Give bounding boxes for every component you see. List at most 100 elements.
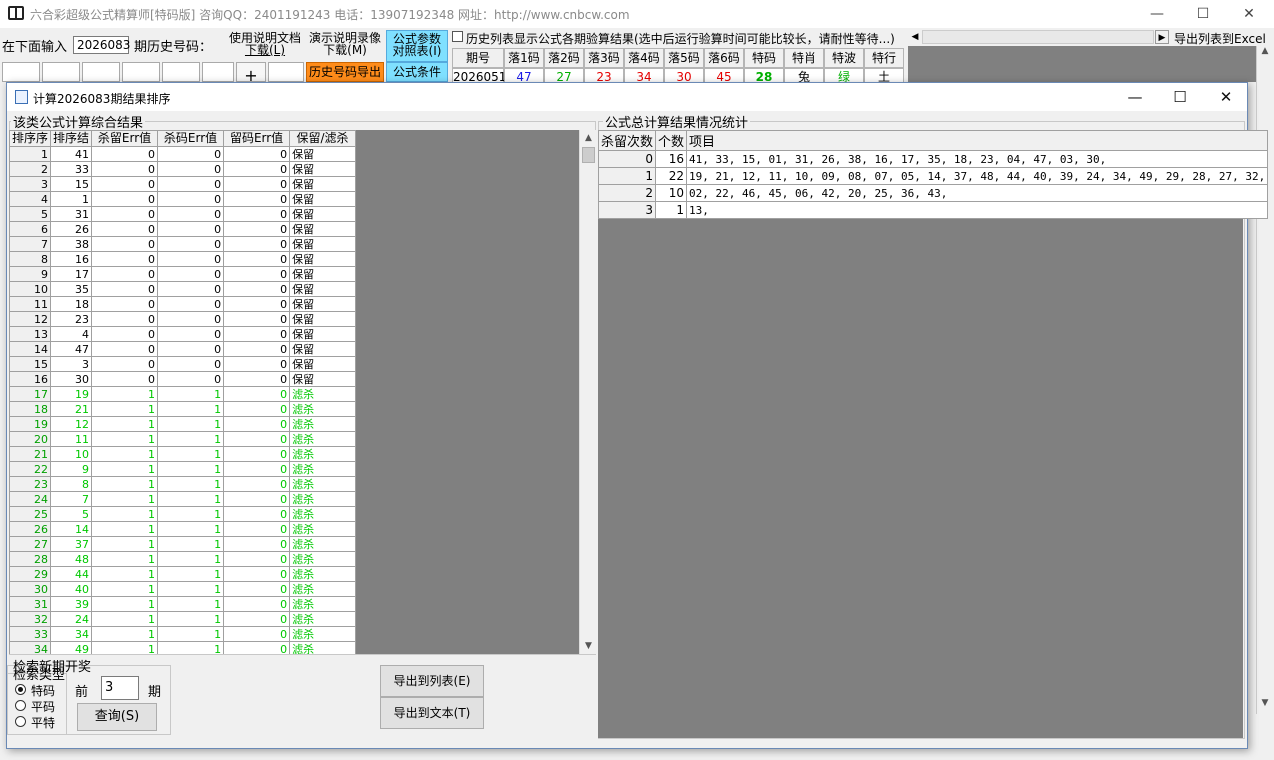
- table-row[interactable]: 15 3 0 0 0 保留: [9, 356, 356, 372]
- history-header-cell[interactable]: 落4码: [624, 48, 664, 68]
- table-row[interactable]: 27 37 1 1 0 滤杀: [9, 536, 356, 552]
- verify-checkbox[interactable]: [452, 31, 463, 42]
- table-row[interactable]: 3 15 0 0 0 保留: [9, 176, 356, 192]
- table-row[interactable]: 21 10 1 1 0 滤杀: [9, 446, 356, 462]
- period-input[interactable]: 2026083: [73, 36, 130, 54]
- history-header-cell[interactable]: 期号: [452, 48, 504, 68]
- stat-row[interactable]: 2 10 02, 22, 46, 45, 06, 42, 20, 25, 36, 4…: [597, 184, 1269, 202]
- left-result-grid[interactable]: 排序序 排序结 杀留Err值 杀码Err值 留码Err值 保留/滤杀 1 41 0 0 0 保留 2 3…: [9, 130, 356, 654]
- export-list-button[interactable]: 导出到列表(E): [380, 665, 484, 697]
- table-row[interactable]: 14 47 0 0 0 保留: [9, 341, 356, 357]
- table-row[interactable]: 2 33 0 0 0 保留: [9, 161, 356, 177]
- table-row[interactable]: 18 21 1 1 0 滤杀: [9, 401, 356, 417]
- query-button[interactable]: 查询(S): [77, 703, 157, 731]
- stat-header-cell[interactable]: 个数: [655, 130, 688, 151]
- history-box-2[interactable]: [42, 62, 80, 82]
- radio-tema-dot[interactable]: [15, 684, 26, 695]
- table-row[interactable]: 24 7 1 1 0 滤杀: [9, 491, 356, 507]
- video-download-button[interactable]: 演示说明录像 下载(M): [306, 32, 384, 60]
- history-export-button[interactable]: 历史号码导出: [306, 62, 384, 82]
- periods-input[interactable]: 3: [101, 676, 139, 700]
- history-box-7[interactable]: [268, 62, 304, 82]
- history-box-3[interactable]: [82, 62, 120, 82]
- table-row[interactable]: 9 17 0 0 0 保留: [9, 266, 356, 282]
- left-header-cell[interactable]: 留码Err值: [223, 130, 291, 147]
- history-box-4[interactable]: [122, 62, 160, 82]
- table-row[interactable]: 31 39 1 1 0 滤杀: [9, 596, 356, 612]
- dialog-close-icon[interactable]: ✕: [1211, 87, 1241, 107]
- history-box-1[interactable]: [2, 62, 40, 82]
- table-row[interactable]: 33 34 1 1 0 滤杀: [9, 626, 356, 642]
- left-grid-vscroll[interactable]: ▲ ▼: [579, 130, 596, 654]
- left-header-cell[interactable]: 保留/滤杀: [289, 130, 356, 147]
- table-row[interactable]: 5 31 0 0 0 保留: [9, 206, 356, 222]
- main-maximize-icon[interactable]: ☐: [1188, 4, 1218, 24]
- radio-pingma-dot[interactable]: [15, 700, 26, 711]
- table-row[interactable]: 7 38 0 0 0 保留: [9, 236, 356, 252]
- dialog-maximize-icon[interactable]: ☐: [1165, 87, 1195, 107]
- stat-header-cell[interactable]: 项目: [686, 130, 1269, 151]
- left-header-cell[interactable]: 排序序: [9, 130, 52, 147]
- table-row[interactable]: 23 8 1 1 0 滤杀: [9, 476, 356, 492]
- radio-pingte[interactable]: 平特: [15, 714, 75, 730]
- history-header-cell[interactable]: 特码: [744, 48, 784, 68]
- manual-download-button[interactable]: 使用说明文档 下载(L): [228, 32, 302, 60]
- history-header-cell[interactable]: 特波: [824, 48, 864, 68]
- left-header-cell[interactable]: 杀留Err值: [91, 130, 159, 147]
- export-excel-button[interactable]: 导出列表到Excel: [1174, 30, 1266, 47]
- history-header-cell[interactable]: 落3码: [584, 48, 624, 68]
- scroll-right-icon[interactable]: ▶: [1155, 30, 1169, 44]
- history-header-cell[interactable]: 特行: [864, 48, 904, 68]
- table-row[interactable]: 12 23 0 0 0 保留: [9, 311, 356, 327]
- main-close-icon[interactable]: ✕: [1234, 4, 1264, 24]
- table-row[interactable]: 17 19 1 1 0 滤杀: [9, 386, 356, 402]
- table-row[interactable]: 11 18 0 0 0 保留: [9, 296, 356, 312]
- radio-pingte-dot[interactable]: [15, 716, 26, 727]
- stat-row[interactable]: 1 22 19, 21, 12, 11, 10, 09, 08, 07, 05, 1…: [597, 167, 1269, 185]
- scroll-left-icon[interactable]: ◀: [908, 30, 922, 44]
- main-minimize-icon[interactable]: —: [1142, 4, 1172, 24]
- table-row[interactable]: 32 24 1 1 0 滤杀: [9, 611, 356, 627]
- history-header-cell[interactable]: 落1码: [504, 48, 544, 68]
- table-row[interactable]: 22 9 1 1 0 滤杀: [9, 461, 356, 477]
- table-row[interactable]: 4 1 0 0 0 保留: [9, 191, 356, 207]
- history-header-cell[interactable]: 特肖: [784, 48, 824, 68]
- export-text-button[interactable]: 导出到文本(T): [380, 697, 484, 729]
- left-header-cell[interactable]: 杀码Err值: [157, 130, 225, 147]
- table-row[interactable]: 13 4 0 0 0 保留: [9, 326, 356, 342]
- table-row[interactable]: 6 26 0 0 0 保留: [9, 221, 356, 237]
- left-header-cell[interactable]: 排序结: [50, 130, 93, 147]
- table-row[interactable]: 26 14 1 1 0 滤杀: [9, 521, 356, 537]
- stat-header-cell[interactable]: 杀留次数: [597, 130, 657, 151]
- dialog-minimize-icon[interactable]: —: [1120, 87, 1150, 107]
- history-box-5[interactable]: [162, 62, 200, 82]
- main-scroll-down-icon[interactable]: ▼: [1257, 698, 1273, 712]
- scroll-up-icon[interactable]: ▲: [580, 130, 597, 146]
- table-row[interactable]: 8 16 0 0 0 保留: [9, 251, 356, 267]
- history-header-cell[interactable]: 落6码: [704, 48, 744, 68]
- table-row[interactable]: 34 49 1 1 0 滤杀: [9, 641, 356, 654]
- plus-button[interactable]: +: [236, 62, 266, 85]
- radio-pingma[interactable]: 平码: [15, 698, 75, 714]
- history-box-6[interactable]: [202, 62, 234, 82]
- top-hscroll-track[interactable]: [922, 30, 1154, 44]
- history-header-cell[interactable]: 落2码: [544, 48, 584, 68]
- table-row[interactable]: 10 35 0 0 0 保留: [9, 281, 356, 297]
- scroll-thumb[interactable]: [582, 147, 595, 163]
- formula-condition-button[interactable]: 公式条件: [386, 62, 448, 82]
- table-row[interactable]: 20 11 1 1 0 滤杀: [9, 431, 356, 447]
- stat-row[interactable]: 3 1 13,: [597, 201, 1269, 219]
- table-row[interactable]: 19 12 1 1 0 滤杀: [9, 416, 356, 432]
- formula-params-button[interactable]: 公式参数 对照表(I): [386, 30, 448, 62]
- scroll-down-icon[interactable]: ▼: [580, 638, 597, 654]
- history-header-cell[interactable]: 落5码: [664, 48, 704, 68]
- stat-row[interactable]: 0 16 41, 33, 15, 01, 31, 26, 38, 16, 17, 3…: [597, 150, 1269, 168]
- table-row[interactable]: 29 44 1 1 0 滤杀: [9, 566, 356, 582]
- table-row[interactable]: 28 48 1 1 0 滤杀: [9, 551, 356, 567]
- stat-grid[interactable]: 杀留次数 个数 项目 0 16 41, 33, 15, 01, 31, 26, 38, …: [597, 130, 1269, 738]
- table-row[interactable]: 1 41 0 0 0 保留: [9, 146, 356, 162]
- table-row[interactable]: 16 30 0 0 0 保留: [9, 371, 356, 387]
- table-row[interactable]: 30 40 1 1 0 滤杀: [9, 581, 356, 597]
- radio-tema[interactable]: 特码: [15, 682, 75, 698]
- table-row[interactable]: 25 5 1 1 0 滤杀: [9, 506, 356, 522]
